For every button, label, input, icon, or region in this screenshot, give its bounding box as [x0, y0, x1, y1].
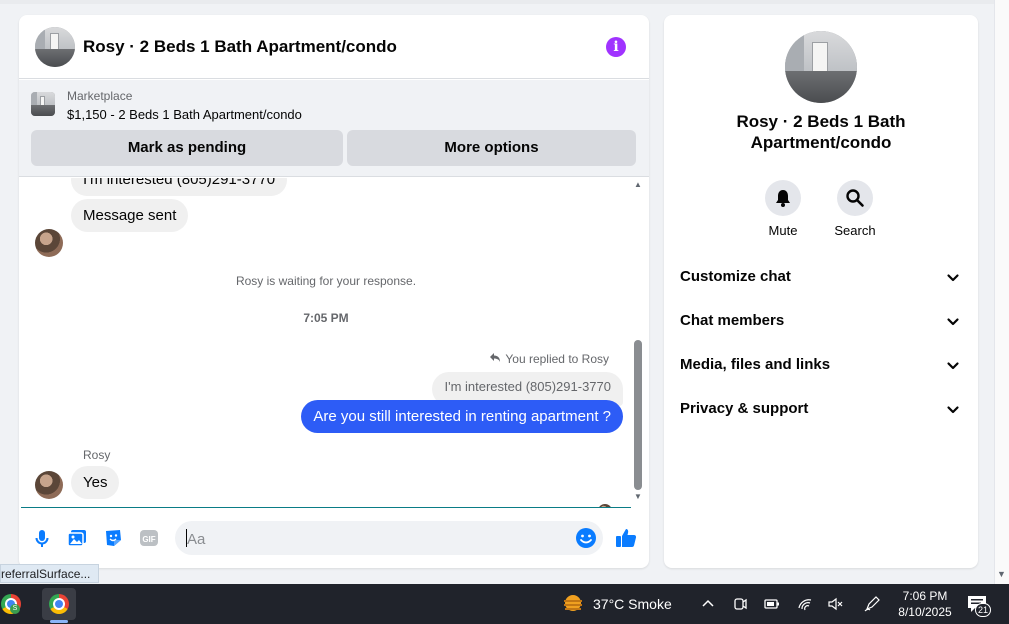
photo-icon[interactable] [66, 527, 88, 549]
profile-badge: S [10, 604, 20, 614]
page-scrollbar[interactable] [994, 0, 1009, 584]
message-input-box[interactable] [175, 521, 603, 555]
message-input-placeholder[interactable]: Aa [187, 531, 205, 548]
waiting-notice: Rosy is waiting for your response. [235, 274, 417, 288]
section-label: Media, files and links [680, 356, 831, 373]
section-label: Privacy & support [680, 400, 809, 417]
chrome-icon [49, 594, 69, 614]
section-label: Customize chat [680, 268, 791, 285]
message-timestamp: 7:05 PM [303, 311, 349, 325]
message-scrollbar[interactable]: ▲ ▼ [631, 180, 645, 502]
mute-label: Mute [768, 223, 798, 238]
active-app-indicator [50, 620, 68, 623]
section-privacy-support[interactable]: Privacy & support [664, 389, 978, 429]
chat-panel: Rosy · 2 Beds 1 Bath Apartment/condo i M… [19, 15, 649, 568]
notification-count-badge: 21 [975, 603, 991, 617]
info-icon[interactable]: i [606, 37, 626, 57]
incoming-message[interactable]: Yes [71, 466, 120, 499]
details-panel: Rosy · 2 Beds 1 Bath Apartment/condo Mut… [664, 15, 978, 568]
details-listing-photo[interactable] [785, 31, 857, 103]
chevron-down-icon [947, 406, 959, 414]
mic-icon[interactable] [31, 527, 53, 549]
avatar[interactable] [35, 229, 63, 257]
chat-header: Rosy · 2 Beds 1 Bath Apartment/condo i [19, 15, 649, 79]
listing-price-title[interactable]: $1,150 - 2 Beds 1 Bath Apartment/condo [67, 107, 302, 122]
status-url-tooltip: referralSurface... [0, 564, 100, 583]
emoji-icon[interactable] [575, 527, 597, 549]
taskbar: S 37°C Smoke 7:06 PM 8/10/2025 21 [0, 584, 1009, 624]
sticker-icon[interactable] [102, 527, 124, 549]
like-icon[interactable] [615, 527, 637, 549]
marketplace-panel: Marketplace $1,150 - 2 Beds 1 Bath Apart… [19, 80, 649, 177]
mute-circle[interactable] [765, 180, 801, 216]
message-list[interactable]: I'm interested (805)291-3770 Message sen… [19, 178, 649, 508]
search-button[interactable]: Search [825, 180, 885, 238]
chrome-app-button-active[interactable] [42, 588, 76, 620]
mark-as-pending-button[interactable]: Mark as pending [31, 130, 343, 166]
section-media-files-links[interactable]: Media, files and links [664, 345, 978, 385]
sender-name: Rosy [83, 448, 111, 462]
search-label: Search [834, 223, 876, 238]
clock-time: 7:06 PM [902, 589, 948, 603]
composer-divider [21, 507, 631, 508]
wifi-icon[interactable] [797, 596, 813, 612]
section-label: Chat members [680, 312, 785, 329]
composer: GIF Aa [19, 515, 649, 563]
scroll-down-arrow[interactable]: ▼ [631, 492, 645, 504]
svg-text:GIF: GIF [142, 535, 155, 544]
haze-weather-icon[interactable] [562, 594, 584, 614]
chevron-down-icon [947, 362, 959, 370]
outgoing-message[interactable]: Are you still interested in renting apar… [301, 400, 623, 433]
chevron-up-icon[interactable] [700, 596, 716, 612]
more-options-button[interactable]: More options [347, 130, 636, 166]
reply-indicator-text: You replied to Rosy [505, 352, 609, 366]
meet-now-icon[interactable] [732, 596, 748, 612]
incoming-message-clipped[interactable]: I'm interested (805)291-3770 [71, 178, 288, 196]
avatar[interactable] [35, 471, 63, 499]
page-top-edge [0, 0, 994, 4]
chevron-down-icon [947, 318, 959, 326]
mute-button[interactable]: Mute [753, 180, 813, 238]
search-icon [846, 189, 864, 207]
details-title: Rosy · 2 Beds 1 Bath Apartment/condo [736, 112, 906, 152]
chevron-down-icon [947, 274, 959, 282]
battery-icon[interactable] [764, 596, 780, 612]
reply-indicator: You replied to Rosy [489, 351, 609, 366]
reply-icon [490, 353, 501, 362]
search-circle[interactable] [837, 180, 873, 216]
volume-muted-icon[interactable] [828, 596, 844, 612]
chat-title[interactable]: Rosy · 2 Beds 1 Bath Apartment/condo [83, 37, 397, 57]
pen-icon[interactable] [864, 596, 880, 612]
gif-icon[interactable]: GIF [138, 527, 160, 549]
clock-date: 8/10/2025 [898, 605, 952, 619]
listing-thumbnail[interactable] [35, 27, 75, 67]
scroll-thumb[interactable] [634, 340, 642, 490]
message-sent-bubble[interactable]: Message sent [71, 199, 189, 232]
scroll-up-arrow[interactable]: ▲ [631, 180, 645, 192]
weather-text[interactable]: 37°C Smoke [593, 596, 672, 612]
marketplace-label: Marketplace [67, 89, 133, 103]
section-customize-chat[interactable]: Customize chat [664, 257, 978, 297]
section-chat-members[interactable]: Chat members [664, 301, 978, 341]
chrome-app-button[interactable]: S [0, 588, 28, 620]
listing-small-thumbnail[interactable] [31, 92, 55, 116]
page-scroll-down-arrow[interactable]: ▼ [994, 567, 1009, 581]
system-clock[interactable]: 7:06 PM 8/10/2025 [896, 588, 954, 620]
bell-icon [776, 190, 790, 207]
